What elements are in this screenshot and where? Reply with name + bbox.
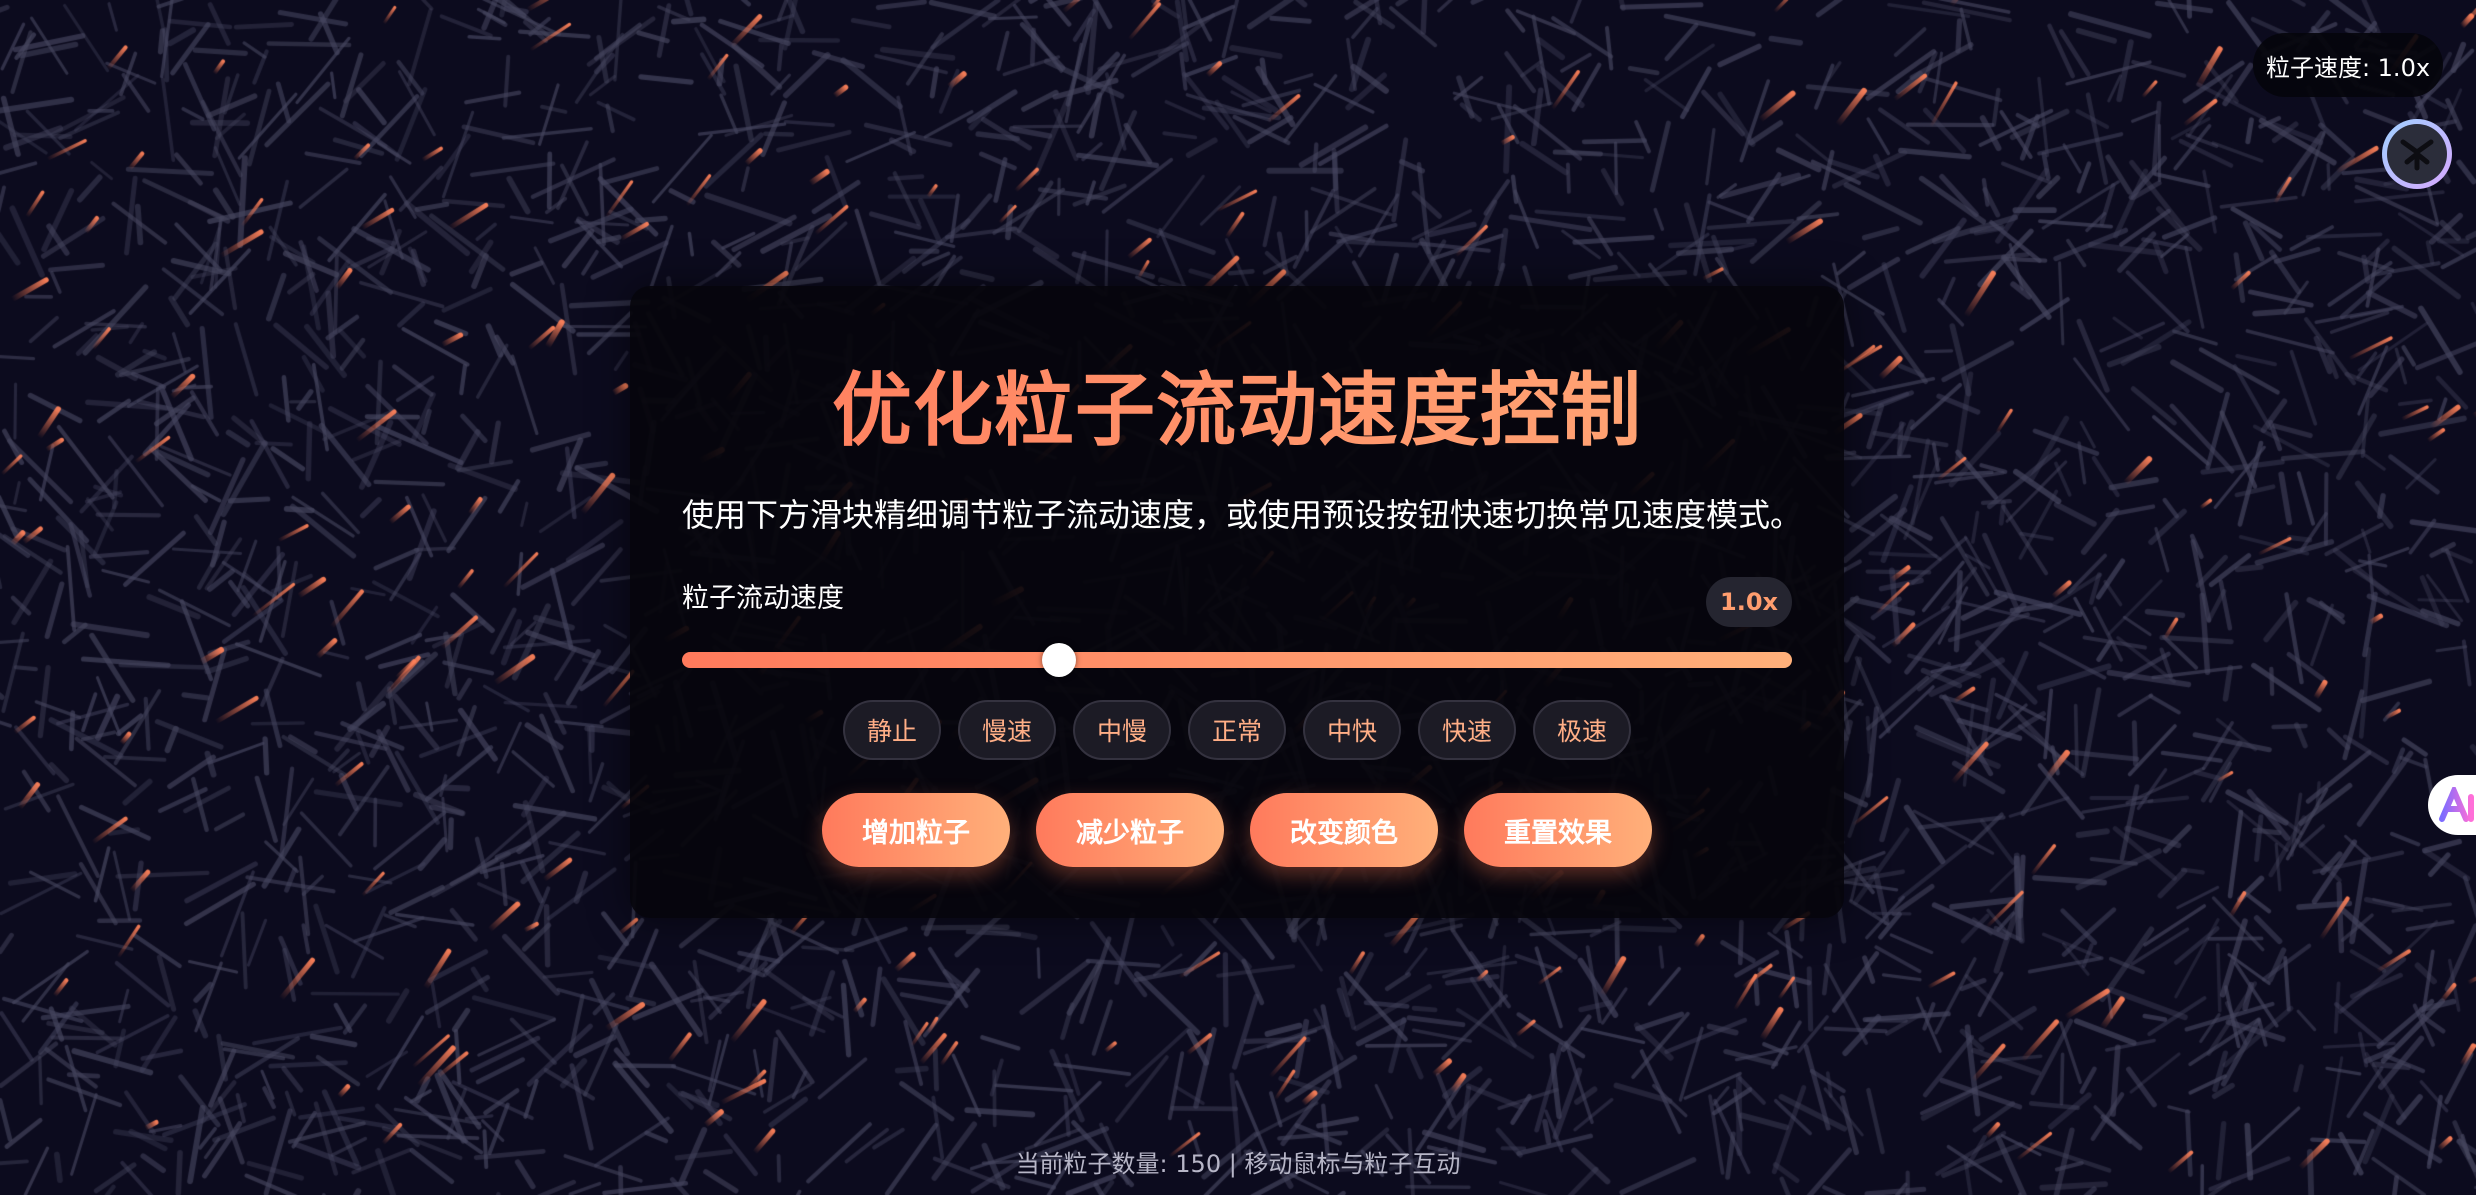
preset-button[interactable]: 中快 xyxy=(1303,700,1401,760)
page-title: 优化粒子流动速度控制 xyxy=(630,346,1844,462)
speed-slider-thumb[interactable] xyxy=(1042,643,1077,677)
preset-button[interactable]: 正常 xyxy=(1188,700,1286,760)
preset-button[interactable]: 慢速 xyxy=(958,700,1056,760)
status-footer: 当前粒子数量: 150 | 移动鼠标与粒子互动 xyxy=(1015,1150,1461,1178)
preset-buttons: 静止 慢速 中慢 正常 中快 快速 极速 xyxy=(630,700,1844,760)
control-panel: 优化粒子流动速度控制 使用下方滑块精细调节粒子流动速度，或使用预设按钮快速切换常… xyxy=(630,286,1844,918)
action-buttons: 增加粒子 减少粒子 改变颜色 重置效果 xyxy=(630,793,1844,867)
preset-button[interactable]: 中慢 xyxy=(1073,700,1171,760)
add-particles-button[interactable]: 增加粒子 xyxy=(822,793,1010,867)
preset-button[interactable]: 静止 xyxy=(843,700,941,760)
panel-description: 使用下方滑块精细调节粒子流动速度，或使用预设按钮快速切换常见速度模式。 xyxy=(682,496,1803,534)
reset-effect-button[interactable]: 重置效果 xyxy=(1464,793,1652,867)
preset-button[interactable]: 快速 xyxy=(1418,700,1516,760)
speed-slider[interactable] xyxy=(682,643,1792,677)
speed-value-badge: 1.0x xyxy=(1706,577,1792,627)
preset-button[interactable]: 极速 xyxy=(1533,700,1631,760)
slider-label: 粒子流动速度 xyxy=(682,583,844,614)
corner-logo-icon[interactable] xyxy=(2382,119,2452,189)
remove-particles-button[interactable]: 减少粒子 xyxy=(1036,793,1224,867)
speed-indicator: 粒子速度: 1.0x xyxy=(2253,33,2443,97)
change-color-button[interactable]: 改变颜色 xyxy=(1250,793,1438,867)
